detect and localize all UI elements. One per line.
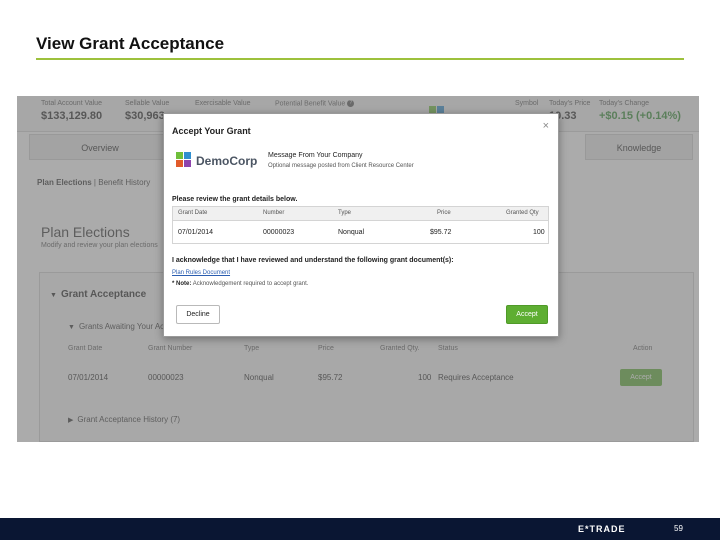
todays-change-amount: +$0.15 (+0.14%)	[599, 110, 681, 122]
grant-history-label: Grant Acceptance History (7)	[77, 415, 181, 424]
todays-change: Today's Change +$0.15 (+0.14%)	[599, 100, 681, 122]
total-account-value-label: Total Account Value	[41, 100, 102, 107]
review-label: Please review the grant details below.	[172, 196, 298, 203]
grant-history-header[interactable]: ▶ Grant Acceptance History (7)	[68, 415, 180, 424]
todays-change-label: Today's Change	[599, 100, 649, 107]
etrade-logo: E*TRADE	[578, 524, 626, 534]
symbol-label: Symbol	[515, 100, 539, 107]
grant-details-table: Grant Date Number Type Price Granted Qty…	[172, 206, 549, 244]
decline-button[interactable]: Decline	[176, 305, 220, 324]
modal-row-type: Nonqual	[338, 229, 365, 236]
grants-table-header: Grant Date Grant Number Type Price Grant…	[68, 345, 683, 359]
table-row: 07/01/2014 00000023 Nonqual $95.72 100 R…	[68, 369, 683, 389]
col-price[interactable]: Price	[318, 345, 334, 352]
sellable-value-label: Sellable Value	[125, 100, 170, 107]
modal-col-type: Type	[338, 210, 352, 216]
close-icon[interactable]: ×	[543, 120, 549, 132]
modal-col-grant-date: Grant Date	[178, 210, 208, 216]
modal-row-granted-qty: 100	[533, 229, 545, 236]
subnav-benefit-history[interactable]: Benefit History	[98, 178, 150, 187]
company-message-label: Message From Your Company	[268, 152, 363, 159]
col-action: Action	[633, 345, 653, 352]
symbol: Symbol	[515, 100, 538, 107]
col-grant-number[interactable]: Grant Number	[148, 345, 192, 352]
note-text: Acknowledgement required to accept grant…	[192, 281, 309, 287]
plan-elections-title: Plan Elections	[41, 224, 130, 240]
grant-acceptance-header[interactable]: ▼ Grant Acceptance	[50, 289, 146, 300]
company-message-text: Optional message posted from Client Reso…	[268, 163, 414, 169]
row-type: Nonqual	[244, 373, 274, 382]
democorp-logo-icon	[176, 152, 191, 167]
col-granted-qty[interactable]: Granted Qty.	[380, 345, 420, 352]
subnav-plan-elections[interactable]: Plan Elections	[37, 178, 92, 187]
modal-col-number: Number	[263, 210, 285, 216]
todays-price-label: Today's Price	[549, 100, 591, 107]
potential-benefit-label: Potential Benefit Value	[275, 100, 346, 108]
col-grant-date[interactable]: Grant Date	[68, 345, 102, 352]
tab-knowledge[interactable]: Knowledge	[585, 134, 693, 160]
grant-details-header: Grant Date Number Type Price Granted Qty	[173, 207, 548, 221]
note-label: * Note:	[172, 281, 192, 287]
total-account-value-amount: $133,129.80	[41, 110, 103, 122]
row-granted-qty: 100	[418, 373, 432, 382]
row-price: $95.72	[318, 373, 343, 382]
col-type[interactable]: Type	[244, 345, 259, 352]
slide-title: View Grant Acceptance	[36, 34, 225, 53]
plan-elections-subtitle: Modify and review your plan elections	[41, 242, 158, 249]
sub-navigation: Plan Elections | Benefit History	[37, 178, 150, 187]
accept-button[interactable]: Accept	[506, 305, 548, 324]
total-account-value: Total Account Value $133,129.80	[41, 100, 102, 122]
row-grant-number: 00000023	[148, 373, 184, 382]
page-number: 59	[674, 524, 683, 533]
title-rule	[36, 58, 684, 60]
modal-logo-text: DemoCorp	[196, 154, 258, 168]
subnav-separator: |	[93, 178, 96, 187]
modal-row-number: 00000023	[263, 229, 295, 236]
slide-footer: E*TRADE 59	[0, 518, 720, 540]
modal-company-logo: DemoCorp	[174, 150, 258, 174]
plan-rules-document-link[interactable]: Plan Rules Document	[172, 270, 230, 276]
modal-title: Accept Your Grant	[172, 126, 251, 136]
grant-acceptance-title: Grant Acceptance	[60, 289, 147, 300]
chevron-down-icon: ▼	[50, 292, 57, 299]
tab-overview[interactable]: Overview	[29, 134, 171, 160]
potential-benefit-value: Potential Benefit Value ?	[275, 100, 355, 108]
exercisable-value: Exercisable Value	[195, 100, 251, 107]
acknowledgement-note: * Note: Acknowledgement required to acce…	[172, 281, 308, 287]
col-status[interactable]: Status	[438, 345, 458, 352]
acknowledge-label: I acknowledge that I have reviewed and u…	[172, 257, 454, 264]
row-grant-date: 07/01/2014	[68, 373, 109, 382]
modal-col-price: Price	[437, 210, 451, 216]
modal-col-granted-qty: Granted Qty	[506, 210, 539, 216]
row-status: Requires Acceptance	[438, 373, 514, 382]
accept-grant-modal: Accept Your Grant × DemoCorp Message Fro…	[163, 113, 559, 337]
exercisable-value-label: Exercisable Value	[195, 100, 251, 107]
chevron-right-icon: ▶	[68, 417, 74, 424]
info-icon[interactable]: ?	[347, 100, 355, 107]
row-accept-button[interactable]: Accept	[620, 369, 662, 386]
modal-row-price: $95.72	[430, 229, 452, 236]
chevron-down-icon: ▼	[68, 324, 75, 331]
modal-row-grant-date: 07/01/2014	[178, 229, 214, 236]
